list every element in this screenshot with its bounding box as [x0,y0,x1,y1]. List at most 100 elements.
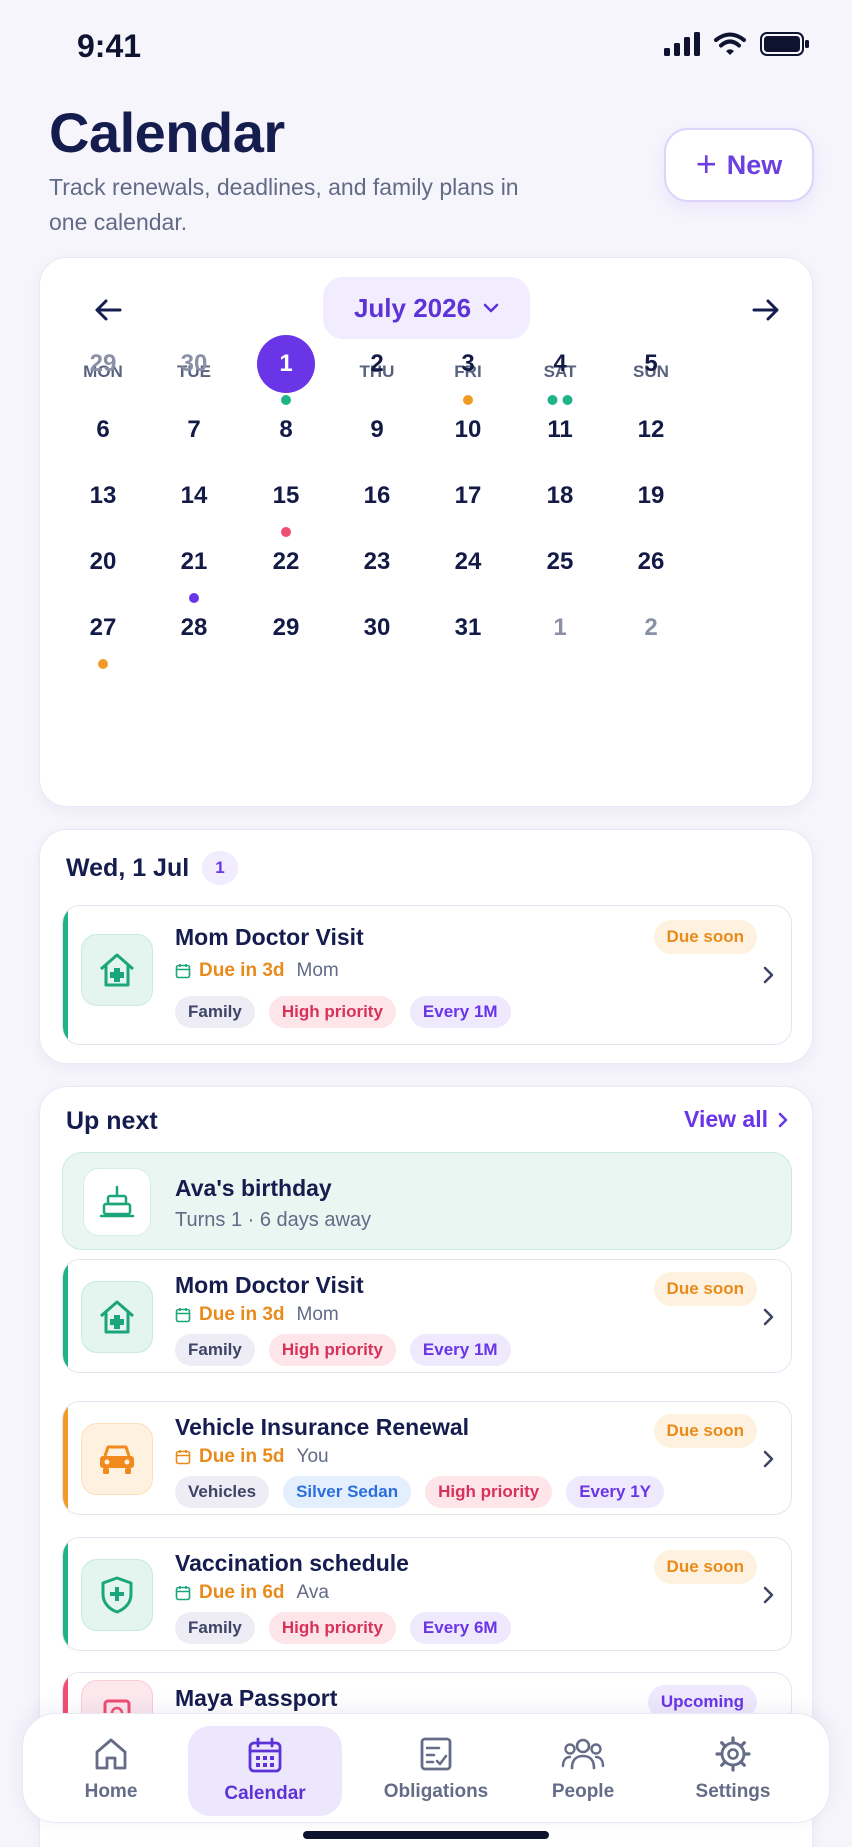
month-label: July 2026 [353,292,472,323]
obligation-card[interactable]: Mom Doctor Visit Due in 3d Mom Family Hi… [62,905,792,1045]
medical-house-icon [81,934,153,1006]
tab-settings[interactable]: Settings [673,1714,793,1824]
calendar-day[interactable]: 7 [164,400,224,460]
calendar-day[interactable]: 11 [530,400,590,460]
calendar-day[interactable]: 2 [621,598,681,658]
tab-bar: Home Calendar Obligations People Setting… [22,1713,830,1823]
page-title: Calendar [49,101,285,164]
obligation-title: Vehicle Insurance Renewal [175,1414,470,1440]
status-badge: Due soon [653,920,757,954]
birthday-title: Ava's birthday [175,1175,332,1201]
new-button-label: New [726,149,783,180]
status-time: 9:41 [77,28,142,64]
calendar-day[interactable]: 16 [347,466,407,526]
status-badge: Due soon [653,1414,757,1448]
calendar-day[interactable]: 25 [530,532,590,592]
calendar-day[interactable]: 26 [621,532,681,592]
calendar-day[interactable]: 3 [438,334,498,394]
calendar-day[interactable]: 13 [73,466,133,526]
tag-chip: Vehicles [175,1476,270,1508]
calendar-day[interactable]: 15 [256,466,316,526]
calendar-day[interactable]: 6 [73,400,133,460]
calendar-small-icon [175,964,191,979]
calendar-day[interactable]: 17 [438,466,498,526]
tab-label: Settings [695,1781,771,1802]
vehicle-chip: Silver Sedan [283,1476,412,1508]
recurrence-chip: Every 6M [409,1612,511,1644]
recurrence-chip: Every 1M [409,1334,511,1366]
calendar-day[interactable]: 10 [438,400,498,460]
calendar-day[interactable]: 4 [530,334,590,394]
status-badge: Due soon [653,1550,757,1584]
tab-calendar[interactable]: Calendar [188,1726,342,1816]
calendar-day[interactable]: 31 [438,598,498,658]
due-label: Due in 6d [199,1582,285,1603]
calendar-day[interactable]: 5 [621,334,681,394]
cake-icon [83,1168,151,1236]
checklist-icon [420,1737,452,1771]
calendar-day[interactable]: 19 [621,466,681,526]
calendar-day[interactable]: 8 [256,400,316,460]
tab-label: Obligations [383,1781,489,1802]
calendar-day[interactable]: 21 [164,532,224,592]
calendar-day[interactable]: 12 [621,400,681,460]
calendar-day[interactable]: 18 [530,466,590,526]
calendar-day[interactable]: 24 [438,532,498,592]
chevron-right-icon [763,1450,774,1468]
previous-month-button[interactable] [86,288,130,332]
obligation-title: Maya Passport [175,1685,338,1711]
calendar-day[interactable]: 29 [256,598,316,658]
accent-bar [63,1260,68,1372]
due-label: Due in 3d [199,960,285,981]
due-label: Due in 3d [199,1304,285,1325]
calendar-day[interactable]: 20 [73,532,133,592]
next-month-button[interactable] [744,288,788,332]
obligation-card[interactable]: Vehicle Insurance Renewal Due in 5d You … [62,1401,792,1515]
tab-people[interactable]: People [523,1714,643,1824]
calendar-small-icon [175,1308,191,1323]
obligation-card[interactable]: Vaccination schedule Due in 6d Ava Famil… [62,1537,792,1651]
calendar-day[interactable]: 30 [164,334,224,394]
obligation-title: Mom Doctor Visit [175,1272,364,1298]
recurrence-chip: Every 1Y [566,1476,665,1508]
view-all-label: View all [684,1106,768,1132]
month-selector[interactable]: July 2026 [323,277,530,339]
due-label: Due in 5d [199,1446,285,1467]
calendar-day[interactable]: 27 [73,598,133,658]
status-icons [664,32,810,56]
obligation-card[interactable]: Mom Doctor Visit Due in 3d Mom Family Hi… [62,1259,792,1373]
new-button[interactable]: + New [664,128,814,202]
shield-plus-icon [81,1559,153,1631]
calendar-small-icon [175,1586,191,1601]
calendar-day[interactable]: 29 [73,334,133,394]
calendar-day[interactable]: 30 [347,598,407,658]
calendar-day[interactable]: 1 [530,598,590,658]
page-subtitle: Track renewals, deadlines, and family pl… [49,174,519,235]
calendar-day[interactable]: 9 [347,400,407,460]
birthday-card[interactable]: Ava's birthday Turns 1 · 6 days away [62,1152,792,1250]
car-icon [81,1423,153,1495]
view-all-link[interactable]: View all [684,1106,788,1133]
selected-day-title: Wed, 1 Jul [66,854,190,882]
calendar-day[interactable]: 22 [256,532,316,592]
chevron-right-icon [763,966,774,984]
calendar-day[interactable]: 23 [347,532,407,592]
obligation-meta: Due in 3d Mom [175,960,339,982]
calendar-day[interactable]: 28 [164,598,224,658]
tag-chip: Family [175,996,255,1028]
arrow-left-icon [95,299,122,321]
tab-label: People [551,1781,615,1802]
event-indicator [98,659,108,669]
home-icon [95,1738,127,1770]
recurrence-chip: Every 1M [409,996,511,1028]
people-icon [561,1738,605,1770]
calendar-day[interactable]: 2 [347,334,407,394]
home-indicator [303,1831,549,1839]
tab-home[interactable]: Home [51,1714,171,1824]
calendar-card: July 2026 MON TUE WED THU FRI SAT SUN 29… [39,257,813,807]
priority-chip: High priority [268,1334,396,1366]
tab-obligations[interactable]: Obligations [366,1714,506,1824]
calendar-day[interactable]: 1 [257,335,315,393]
obligation-meta: Due in 5d You [175,1446,329,1468]
calendar-day[interactable]: 14 [164,466,224,526]
